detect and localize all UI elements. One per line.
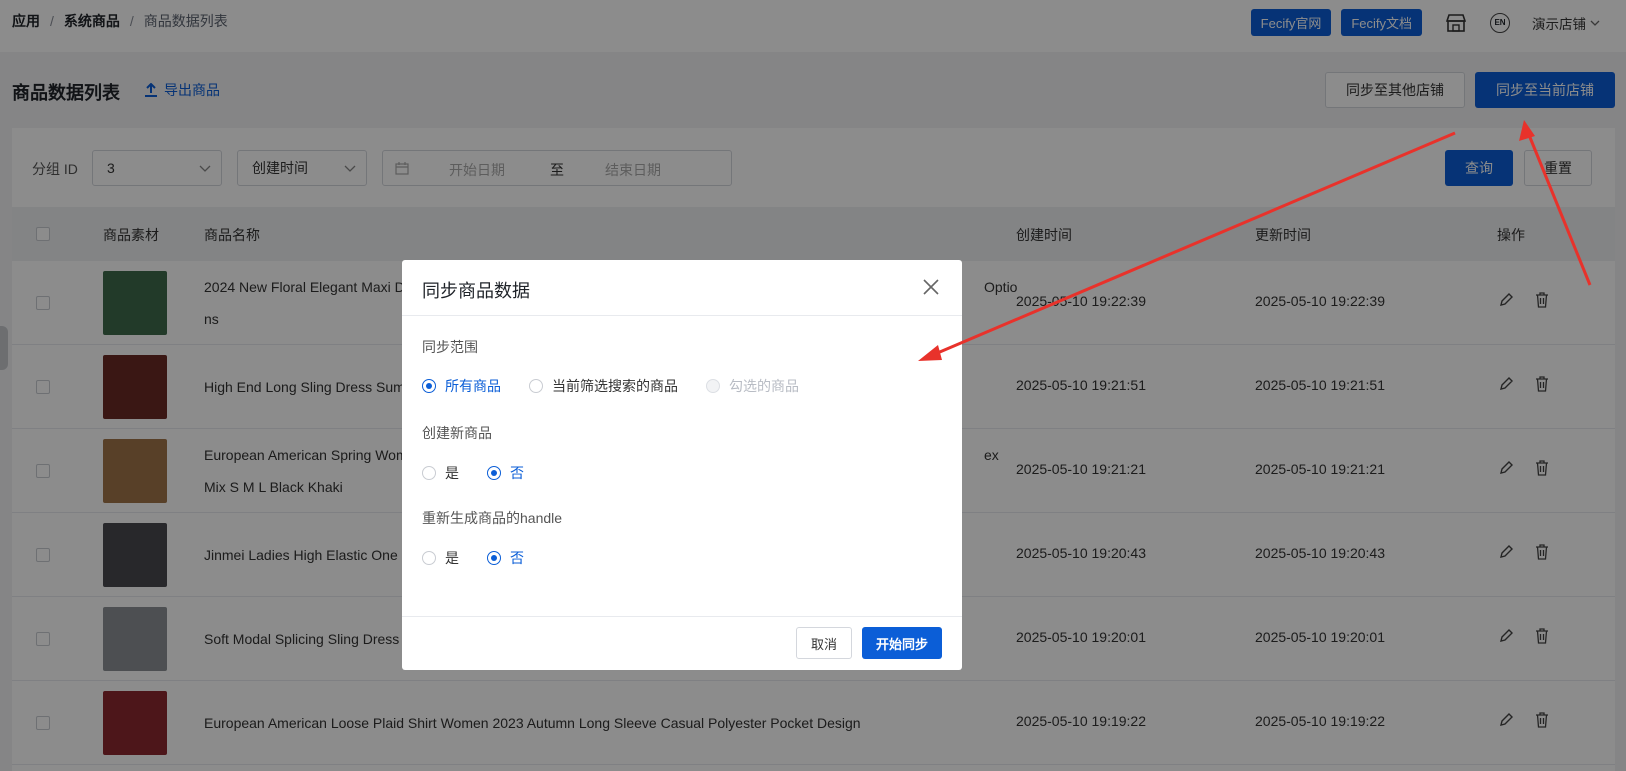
handle-option-no[interactable]: 否: [487, 548, 524, 568]
create-new-radio-group: 是 否: [422, 463, 552, 483]
radio-selected: [422, 379, 436, 393]
sync-scope-radio-group: 所有商品 当前筛选搜索的商品 勾选的商品: [422, 376, 827, 396]
cancel-button[interactable]: 取消: [796, 627, 852, 659]
handle-option-yes[interactable]: 是: [422, 548, 459, 568]
scope-option-all[interactable]: 所有商品: [422, 376, 501, 396]
scope-option-filtered-label: 当前筛选搜索的商品: [552, 378, 678, 394]
scope-option-checked: 勾选的商品: [706, 376, 799, 396]
radio-selected: [487, 551, 501, 565]
dialog-divider: [402, 315, 962, 316]
radio-unselected: [529, 379, 543, 393]
radio-selected: [487, 466, 501, 480]
dialog-title: 同步商品数据: [422, 281, 530, 301]
radio-disabled: [706, 379, 720, 393]
create-option-yes[interactable]: 是: [422, 463, 459, 483]
radio-unselected: [422, 466, 436, 480]
handle-option-no-label: 否: [510, 550, 524, 566]
create-option-no-label: 否: [510, 465, 524, 481]
dialog-footer-divider: [402, 616, 962, 617]
start-sync-button[interactable]: 开始同步: [862, 627, 942, 659]
sync-products-dialog: 同步商品数据 同步范围 所有商品 当前筛选搜索的商品 勾选的商品 创建新商品 是…: [402, 260, 962, 670]
scope-option-checked-label: 勾选的商品: [729, 378, 799, 394]
regenerate-handle-label: 重新生成商品的handle: [422, 510, 563, 526]
close-icon[interactable]: [922, 278, 940, 296]
regenerate-handle-radio-group: 是 否: [422, 548, 552, 568]
scope-option-all-label: 所有商品: [445, 378, 501, 394]
scope-option-filtered[interactable]: 当前筛选搜索的商品: [529, 376, 678, 396]
create-option-no[interactable]: 否: [487, 463, 524, 483]
create-option-yes-label: 是: [445, 465, 459, 481]
sync-scope-label: 同步范围: [422, 339, 478, 355]
handle-option-yes-label: 是: [445, 550, 459, 566]
create-new-products-label: 创建新商品: [422, 425, 492, 441]
radio-unselected: [422, 551, 436, 565]
